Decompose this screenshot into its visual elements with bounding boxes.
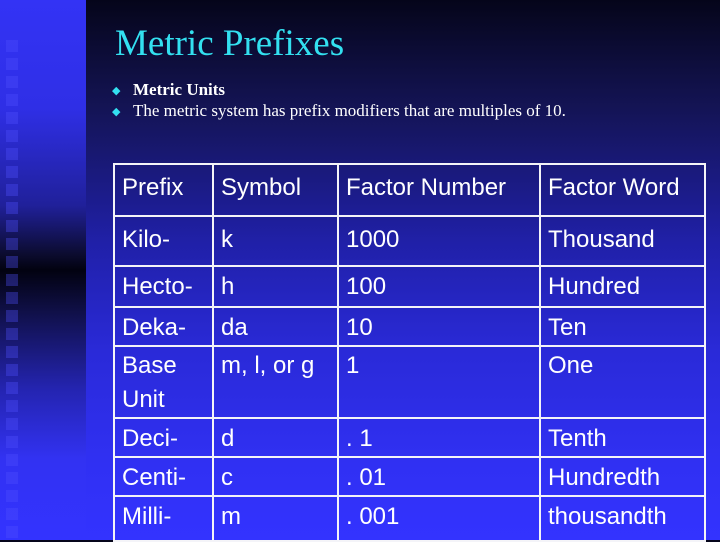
- table-cell: m, l, or g: [212, 345, 339, 419]
- table-cell: 10: [337, 306, 541, 347]
- table-cell: Deci-: [113, 417, 214, 458]
- table-header-row: Prefix Symbol Factor Number Factor Word: [113, 163, 706, 217]
- header-cell: Symbol: [212, 163, 339, 217]
- table-row: Milli- m . 001 thousandth: [113, 495, 706, 542]
- bullet-item: ◆ The metric system has prefix modifiers…: [112, 101, 632, 122]
- slide-title: Metric Prefixes: [115, 23, 345, 64]
- table-cell: 1: [337, 345, 541, 419]
- table-cell: Hecto-: [113, 265, 214, 308]
- table-cell: Milli-: [113, 495, 214, 542]
- metric-prefix-table: Prefix Symbol Factor Number Factor Word …: [113, 163, 706, 542]
- table-cell: Tenth: [539, 417, 706, 458]
- table-row: Centi- c . 01 Hundredth: [113, 456, 706, 497]
- bullet-list: ◆ Metric Units ◆ The metric system has p…: [112, 80, 632, 122]
- table-cell: Thousand: [539, 215, 706, 267]
- table-cell: d: [212, 417, 339, 458]
- table-cell: Centi-: [113, 456, 214, 497]
- bullet-item: ◆ Metric Units: [112, 80, 632, 101]
- header-cell: Prefix: [113, 163, 214, 217]
- table-cell: thousandth: [539, 495, 706, 542]
- header-cell: Factor Number: [337, 163, 541, 217]
- table-cell: . 1: [337, 417, 541, 458]
- table-cell: c: [212, 456, 339, 497]
- table-row: Deka- da 10 Ten: [113, 306, 706, 347]
- header-cell: Factor Word: [539, 163, 706, 217]
- table-cell: One: [539, 345, 706, 419]
- table-row: Kilo- k 1000 Thousand: [113, 215, 706, 267]
- table-cell: Deka-: [113, 306, 214, 347]
- table-cell: h: [212, 265, 339, 308]
- table-cell: m: [212, 495, 339, 542]
- table-row: Deci- d . 1 Tenth: [113, 417, 706, 458]
- table-cell: 1000: [337, 215, 541, 267]
- table-cell: Hundredth: [539, 456, 706, 497]
- table-row: Base Unit m, l, or g 1 One: [113, 345, 706, 419]
- table-cell: 100: [337, 265, 541, 308]
- table-cell: Base Unit: [113, 345, 214, 419]
- table-cell: da: [212, 306, 339, 347]
- decorative-left-band: [0, 0, 86, 540]
- table-cell: . 001: [337, 495, 541, 542]
- table-cell: k: [212, 215, 339, 267]
- table-cell: Ten: [539, 306, 706, 347]
- table-cell: . 01: [337, 456, 541, 497]
- table-cell: Kilo-: [113, 215, 214, 267]
- bullet-text: Metric Units: [133, 80, 226, 99]
- diamond-bullet-icon: ◆: [112, 85, 121, 97]
- diamond-bullet-icon: ◆: [112, 106, 121, 118]
- decorative-squares: [6, 40, 19, 540]
- bullet-text: The metric system has prefix modifiers t…: [133, 101, 566, 120]
- table-row: Hecto- h 100 Hundred: [113, 265, 706, 308]
- table-cell: Hundred: [539, 265, 706, 308]
